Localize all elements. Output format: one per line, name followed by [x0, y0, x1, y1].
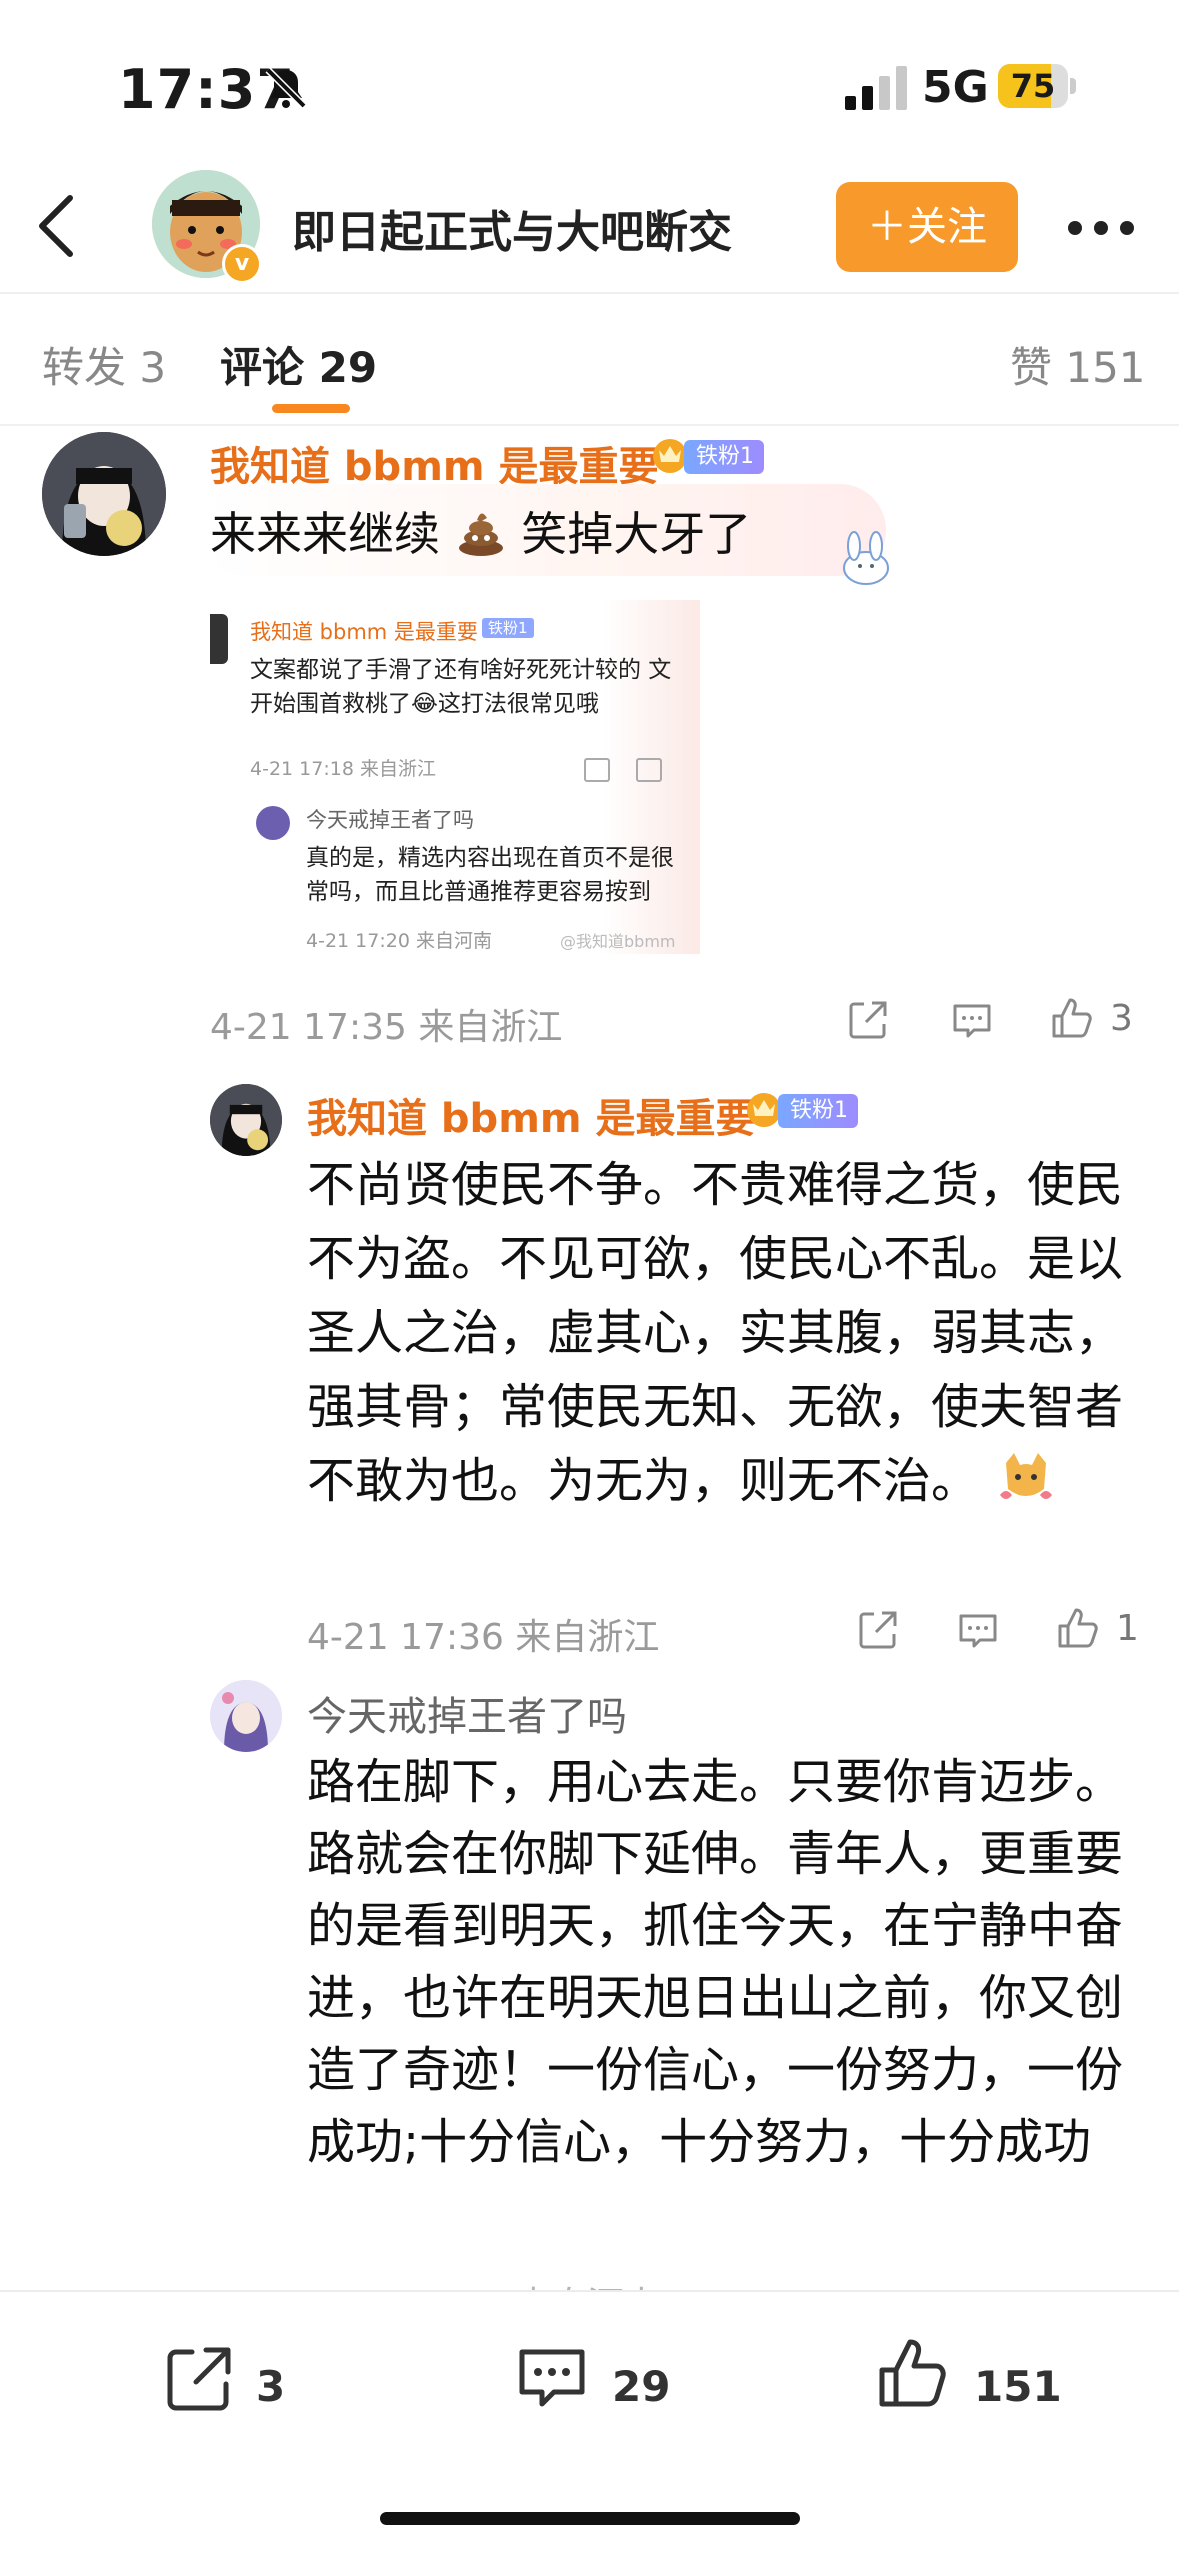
tabs-divider: [0, 424, 1179, 426]
tab-comments[interactable]: 评论 29: [220, 334, 377, 395]
image-watermark: @我知道bbmm: [560, 932, 676, 951]
network-type: 5G: [922, 62, 989, 113]
image-username: 我知道 bbmm 是最重要: [250, 620, 478, 644]
share-icon[interactable]: [160, 2340, 236, 2416]
image-text-line: 开始围首救桃了😂这打法很常见哦: [250, 691, 599, 717]
comment-meta: 4-21 17:35 来自浙江: [210, 1007, 563, 1048]
follow-button[interactable]: ＋关注: [836, 182, 1018, 272]
cat-sticker-icon: [1000, 1453, 1053, 1499]
like-icon[interactable]: [1056, 1606, 1100, 1650]
tab-likes[interactable]: 赞 151: [1010, 334, 1146, 395]
battery-level: 75: [1010, 67, 1056, 105]
page-title: 即日起正式与大吧断交: [292, 207, 732, 258]
poop-emoji-icon: [458, 513, 503, 556]
image-comment-icon: [636, 758, 662, 782]
like-count: 3: [1110, 998, 1133, 1039]
bunny-sticker-icon: [843, 531, 889, 585]
comment-text-part-1: 来来来继续: [210, 507, 440, 561]
share-icon[interactable]: [856, 1608, 900, 1652]
image-reply-meta: 4-21 17:20 来自河南: [306, 930, 492, 952]
reply-text: 路在脚下，用心去走。只要你肯迈步。路就会在你脚下延伸。青年人，更重要的是看到明天…: [307, 1754, 1124, 2170]
share-icon[interactable]: [846, 998, 890, 1042]
image-share-icon: [584, 758, 610, 782]
reply-username[interactable]: 今天戒掉王者了吗: [307, 1684, 627, 1742]
image-fan-badge: 铁粉1: [482, 618, 534, 638]
home-indicator: [380, 2512, 800, 2525]
comment-text-part-2: 笑掉大牙了: [521, 507, 752, 561]
fan-badge: 铁粉1: [684, 440, 764, 474]
image-meta: 4-21 17:18 来自浙江: [250, 758, 436, 780]
back-icon[interactable]: [30, 190, 86, 262]
header-divider: [0, 292, 1179, 294]
signal-icon: [845, 66, 907, 110]
reply-username[interactable]: 我知道 bbmm 是最重要: [307, 1086, 755, 1144]
comment-icon[interactable]: [514, 2340, 590, 2416]
like-count-total[interactable]: 151: [974, 2362, 1062, 2411]
battery-icon: 75: [998, 64, 1076, 108]
comment-icon[interactable]: [956, 1608, 1000, 1652]
like-icon[interactable]: [876, 2336, 952, 2412]
verified-badge: v: [222, 244, 262, 284]
comment-icon[interactable]: [950, 998, 994, 1042]
image-text-line: 文案都说了手滑了还有啥好死死计较的 文: [250, 657, 672, 683]
like-icon[interactable]: [1050, 996, 1094, 1040]
reply-avatar[interactable]: [210, 1680, 282, 1752]
image-reply-line: 常吗，而且比普通推荐更容易按到: [306, 879, 651, 905]
repost-count[interactable]: 3: [256, 2362, 285, 2411]
reply-avatar[interactable]: [210, 1084, 282, 1156]
reply-text: 不尚贤使民不争。不贵难得之货，使民不为盗。不见可欲，使民心不乱。是以圣人之治，虚…: [307, 1148, 1137, 1518]
tab-reposts[interactable]: 转发 3: [42, 334, 166, 395]
active-tab-indicator: [272, 404, 350, 413]
fan-badge: 铁粉1: [778, 1094, 858, 1128]
reply-meta: 4-21 17:36 来自浙江: [307, 1617, 660, 1658]
image-reply-avatar: [256, 806, 290, 840]
comment-text: 来来来继续 笑掉大牙了: [210, 498, 751, 564]
more-icon[interactable]: [1066, 218, 1136, 238]
image-reply-line: 真的是，精选内容出现在首页不是很: [306, 845, 674, 871]
like-count: 1: [1116, 1608, 1139, 1649]
image-reply-username: 今天戒掉王者了吗: [306, 808, 474, 832]
comment-image[interactable]: 我知道 bbmm 是最重要 铁粉1 文案都说了手滑了还有啥好死死计较的 文 开始…: [210, 600, 700, 954]
bell-slash-icon: [265, 67, 307, 109]
comment-avatar[interactable]: [42, 432, 166, 556]
comment-count[interactable]: 29: [612, 2362, 670, 2411]
